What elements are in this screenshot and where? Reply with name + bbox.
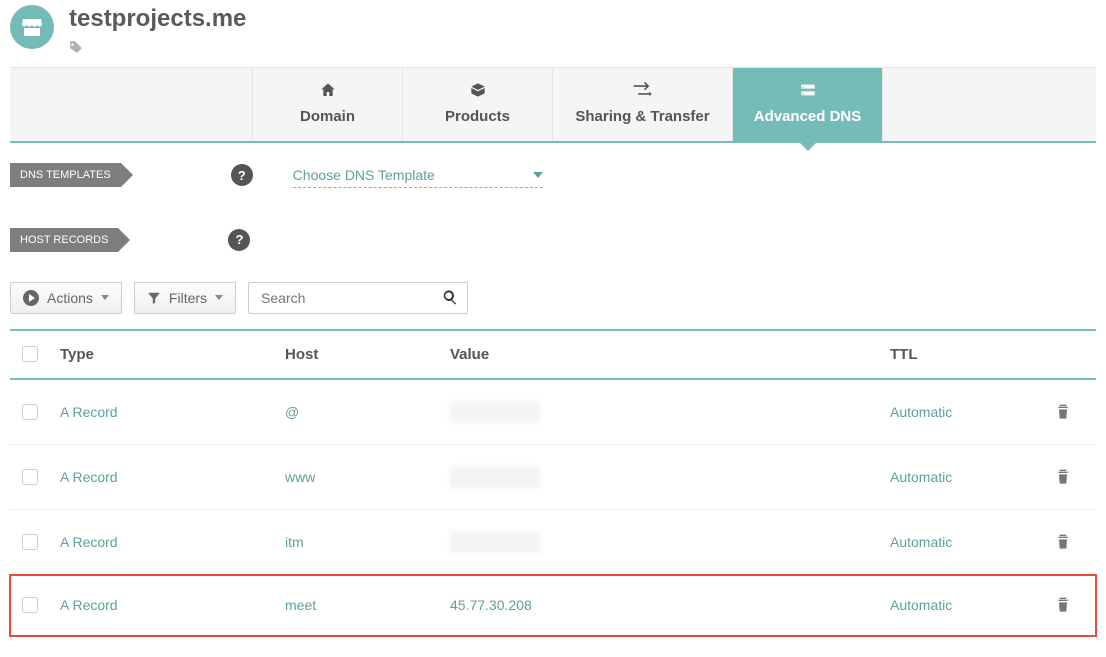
dns-template-select[interactable]: Choose DNS Template xyxy=(293,163,543,188)
table-row[interactable]: A Recorditm Automatic xyxy=(10,510,1096,575)
blurred-value xyxy=(450,401,540,423)
blurred-value xyxy=(450,531,540,553)
record-ttl: Automatic xyxy=(890,597,1055,613)
record-host: itm xyxy=(285,534,450,550)
tab-label: Advanced DNS xyxy=(754,108,862,125)
record-type: A Record xyxy=(60,404,285,420)
dns-templates-tag: DNS TEMPLATES xyxy=(10,163,121,187)
row-checkbox[interactable] xyxy=(22,534,38,550)
tag-icon[interactable] xyxy=(69,40,246,57)
record-ttl: Automatic xyxy=(890,534,1055,550)
tab-label: Domain xyxy=(300,108,355,125)
col-value: Value xyxy=(450,346,890,363)
actions-label: Actions xyxy=(47,290,93,306)
tab-products[interactable]: Products xyxy=(403,68,553,141)
row-checkbox[interactable] xyxy=(22,404,38,420)
search-input[interactable] xyxy=(248,282,468,314)
chevron-down-icon xyxy=(533,172,543,178)
blurred-value xyxy=(450,466,540,488)
play-icon xyxy=(23,290,39,306)
filters-button[interactable]: Filters xyxy=(134,282,236,314)
tab-advanced-dns[interactable]: Advanced DNS xyxy=(733,68,883,141)
dns-template-label: Choose DNS Template xyxy=(293,167,435,183)
delete-icon[interactable] xyxy=(1055,468,1095,486)
record-type: A Record xyxy=(60,597,285,613)
share-icon xyxy=(632,82,654,98)
record-host: @ xyxy=(285,404,450,420)
record-type: A Record xyxy=(60,469,285,485)
search-icon[interactable] xyxy=(442,289,458,310)
box-icon xyxy=(469,82,487,98)
host-records-tag: HOST RECORDS xyxy=(10,228,118,252)
row-checkbox[interactable] xyxy=(22,469,38,485)
tab-sharing-transfer[interactable]: Sharing & Transfer xyxy=(553,68,733,141)
record-ttl: Automatic xyxy=(890,469,1055,485)
row-checkbox[interactable] xyxy=(22,597,38,613)
table-header: Type Host Value TTL xyxy=(10,329,1096,380)
record-ttl: Automatic xyxy=(890,404,1055,420)
col-ttl: TTL xyxy=(890,346,1055,363)
col-host: Host xyxy=(285,346,450,363)
col-type: Type xyxy=(60,346,285,363)
help-icon[interactable]: ? xyxy=(231,164,253,186)
filter-icon xyxy=(147,291,161,305)
filters-label: Filters xyxy=(169,290,207,306)
record-host: meet xyxy=(285,597,450,613)
tab-label: Products xyxy=(445,108,510,125)
delete-icon[interactable] xyxy=(1055,533,1095,551)
select-all-checkbox[interactable] xyxy=(22,346,38,362)
main-tabs: Domain Products Sharing & Transfer Advan… xyxy=(10,67,1096,143)
tab-label: Sharing & Transfer xyxy=(575,108,709,125)
shop-icon xyxy=(10,5,54,49)
home-icon xyxy=(319,82,337,98)
record-host: www xyxy=(285,469,450,485)
help-icon[interactable]: ? xyxy=(228,229,250,251)
tab-domain[interactable]: Domain xyxy=(253,68,403,141)
table-row[interactable]: A Record@ Automatic xyxy=(10,380,1096,445)
chevron-down-icon xyxy=(215,295,223,300)
table-row[interactable]: A Recordmeet45.77.30.208 Automatic xyxy=(10,575,1096,636)
server-icon xyxy=(799,82,817,98)
table-row[interactable]: A Recordwww Automatic xyxy=(10,445,1096,510)
actions-button[interactable]: Actions xyxy=(10,282,122,314)
record-value: 45.77.30.208 xyxy=(450,597,532,613)
delete-icon[interactable] xyxy=(1055,403,1095,421)
page-title: testprojects.me xyxy=(69,5,246,34)
tab-spacer xyxy=(10,68,253,141)
chevron-down-icon xyxy=(101,295,109,300)
delete-icon[interactable] xyxy=(1055,596,1095,614)
record-type: A Record xyxy=(60,534,285,550)
